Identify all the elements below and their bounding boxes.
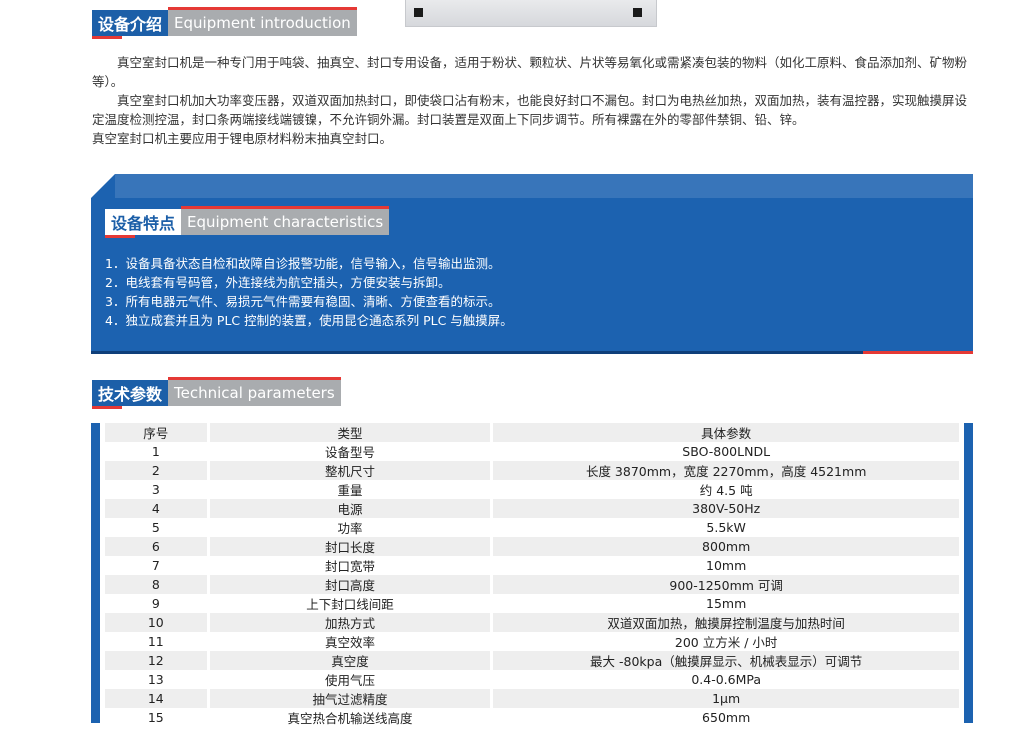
table-row: 7 封口宽带 10mm xyxy=(105,556,959,575)
header-cell: 具体参数 xyxy=(493,423,959,442)
mount-bolt xyxy=(633,8,642,17)
features-title-en: Equipment characteristics xyxy=(181,206,390,235)
table-row: 5 功率 5.5kW xyxy=(105,518,959,537)
row-type-cell: 加热方式 xyxy=(209,613,491,632)
row-value-cell: 200 立方米 / 小时 xyxy=(493,632,959,651)
params-table: 序号 类型 具体参数 1 设备型号 SBO-800LNDL 2 整机尺寸 长度 3870m… xyxy=(102,423,962,727)
row-value-cell: 10mm xyxy=(493,556,959,575)
row-type-cell: 封口宽带 xyxy=(209,556,491,575)
row-value-cell: 约 4.5 吨 xyxy=(493,480,959,499)
intro-title-cn: 设备介绍 xyxy=(92,10,169,39)
row-number-cell: 6 xyxy=(105,537,207,556)
feature-item: 4．独立成套并且为 PLC 控制的装置，使用昆仑通态系列 PLC 与触摸屏。 xyxy=(105,313,513,328)
intro-paragraph: 真空室封口机是一种专门用于吨袋、抽真空、封口专用设备，适用于粉状、颗粒状、片状等… xyxy=(92,55,968,89)
mount-bolt xyxy=(414,8,423,17)
row-type-cell: 使用气压 xyxy=(209,670,491,689)
table-row: 14 抽气过滤精度 1μm xyxy=(105,689,959,708)
panel-bottom-line xyxy=(91,351,863,354)
table-header-row: 序号 类型 具体参数 xyxy=(105,423,959,442)
row-number-cell: 15 xyxy=(105,708,207,727)
table-row: 13 使用气压 0.4-0.6MPa xyxy=(105,670,959,689)
intro-paragraph: 真空室封口机加大功率变压器，双道双面加热封口，即使袋口沾有粉末，也能良好封口不漏… xyxy=(92,93,968,127)
features-section-header: 设备特点 Equipment characteristics xyxy=(105,206,390,238)
table-row: 8 封口高度 900-1250mm 可调 xyxy=(105,575,959,594)
row-type-cell: 真空度 xyxy=(209,651,491,670)
row-value-cell: 5.5kW xyxy=(493,518,959,537)
feature-item: 1．设备具备状态自检和故障自诊报警功能，信号输入，信号输出监测。 xyxy=(105,256,501,271)
row-value-cell: 1μm xyxy=(493,689,959,708)
params-title-cn: 技术参数 xyxy=(92,380,169,409)
row-value-cell: 380V-50Hz xyxy=(493,499,959,518)
row-type-cell: 上下封口线间距 xyxy=(209,594,491,613)
row-value-cell: SBO-800LNDL xyxy=(493,442,959,461)
row-value-cell: 长度 3870mm，宽度 2270mm，高度 4521mm xyxy=(493,461,959,480)
panel-bottom-accent xyxy=(863,351,973,354)
row-number-cell: 10 xyxy=(105,613,207,632)
panel-corner-cut xyxy=(91,174,115,198)
row-number-cell: 3 xyxy=(105,480,207,499)
row-value-cell: 0.4-0.6MPa xyxy=(493,670,959,689)
row-number-cell: 14 xyxy=(105,689,207,708)
row-number-cell: 1 xyxy=(105,442,207,461)
row-type-cell: 抽气过滤精度 xyxy=(209,689,491,708)
intro-paragraph: 真空室封口机主要应用于锂电原材料粉末抽真空封口。 xyxy=(92,131,393,146)
params-section-header: 技术参数 Technical parameters xyxy=(92,377,341,409)
intro-text: 真空室封口机是一种专门用于吨袋、抽真空、封口专用设备，适用于粉状、颗粒状、片状等… xyxy=(92,53,977,148)
feature-item: 3．所有电器元气件、易损元气件需要有稳固、清晰、方便查看的标示。 xyxy=(105,294,501,309)
row-value-cell: 650mm xyxy=(493,708,959,727)
row-type-cell: 真空效率 xyxy=(209,632,491,651)
table-row: 10 加热方式 双道双面加热，触摸屏控制温度与加热时间 xyxy=(105,613,959,632)
row-type-cell: 封口高度 xyxy=(209,575,491,594)
row-type-cell: 真空热合机输送线高度 xyxy=(209,708,491,727)
params-title-en: Technical parameters xyxy=(168,377,341,406)
header-cell: 类型 xyxy=(209,423,491,442)
features-title-cn: 设备特点 xyxy=(105,209,182,238)
table-row: 11 真空效率 200 立方米 / 小时 xyxy=(105,632,959,651)
table-row: 12 真空度 最大 -80kpa（触摸屏显示、机械表显示）可调节 xyxy=(105,651,959,670)
row-value-cell: 800mm xyxy=(493,537,959,556)
row-type-cell: 设备型号 xyxy=(209,442,491,461)
row-type-cell: 重量 xyxy=(209,480,491,499)
row-number-cell: 8 xyxy=(105,575,207,594)
row-number-cell: 9 xyxy=(105,594,207,613)
row-number-cell: 7 xyxy=(105,556,207,575)
params-table-frame: 序号 类型 具体参数 1 设备型号 SBO-800LNDL 2 整机尺寸 长度 3870m… xyxy=(91,423,973,727)
row-value-cell: 最大 -80kpa（触摸屏显示、机械表显示）可调节 xyxy=(493,651,959,670)
row-number-cell: 5 xyxy=(105,518,207,537)
row-number-cell: 11 xyxy=(105,632,207,651)
row-number-cell: 4 xyxy=(105,499,207,518)
table-row: 15 真空热合机输送线高度 650mm xyxy=(105,708,959,727)
row-type-cell: 封口长度 xyxy=(209,537,491,556)
row-number-cell: 13 xyxy=(105,670,207,689)
header-cell: 序号 xyxy=(105,423,207,442)
row-type-cell: 电源 xyxy=(209,499,491,518)
table-row: 9 上下封口线间距 15mm xyxy=(105,594,959,613)
row-value-cell: 15mm xyxy=(493,594,959,613)
intro-title-en: Equipment introduction xyxy=(168,7,357,36)
panel-top-band xyxy=(115,174,973,198)
feature-item: 2．电线套有号码管，外连接线为航空插头，方便安装与拆卸。 xyxy=(105,275,451,290)
row-value-cell: 双道双面加热，触摸屏控制温度与加热时间 xyxy=(493,613,959,632)
features-list: 1．设备具备状态自检和故障自诊报警功能，信号输入，信号输出监测。 2．电线套有号… xyxy=(105,254,513,330)
table-row: 3 重量约 4.5 吨 xyxy=(105,480,959,499)
table-left-bar xyxy=(91,423,100,723)
intro-section-header: 设备介绍 Equipment introduction xyxy=(92,7,357,39)
table-row: 4 电源 380V-50Hz xyxy=(105,499,959,518)
table-row: 2 整机尺寸 长度 3870mm，宽度 2270mm，高度 4521mm xyxy=(105,461,959,480)
product-image-bottom-edge xyxy=(405,0,657,27)
table-row: 1 设备型号 SBO-800LNDL xyxy=(105,442,959,461)
row-number-cell: 12 xyxy=(105,651,207,670)
row-value-cell: 900-1250mm 可调 xyxy=(493,575,959,594)
table-right-bar xyxy=(964,423,973,723)
row-type-cell: 功率 xyxy=(209,518,491,537)
table-row: 6 封口长度 800mm xyxy=(105,537,959,556)
row-type-cell: 整机尺寸 xyxy=(209,461,491,480)
row-number-cell: 2 xyxy=(105,461,207,480)
